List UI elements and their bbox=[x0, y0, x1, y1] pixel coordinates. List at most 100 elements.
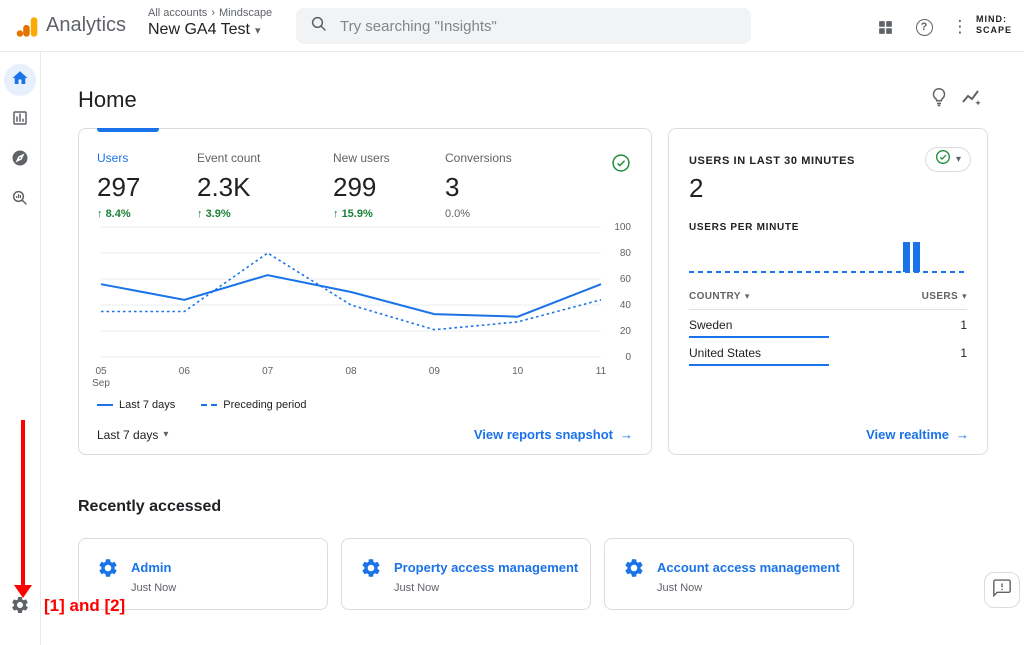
property-selector[interactable]: New GA4 Test ▾ bbox=[148, 21, 261, 39]
users-per-minute-bar-chart bbox=[689, 239, 967, 275]
svg-text:05: 05 bbox=[95, 366, 107, 377]
sidebar-item-admin[interactable] bbox=[10, 595, 30, 620]
search-input[interactable] bbox=[340, 18, 737, 35]
metric-label: Conversions bbox=[445, 151, 512, 165]
users-cell: 1 bbox=[960, 346, 967, 360]
metric-label: Users bbox=[97, 151, 140, 165]
org-logo: MIND: SCAPE bbox=[976, 14, 1012, 36]
recent-card-account-access[interactable]: Account access management Just Now bbox=[604, 538, 854, 610]
recent-card-time: Just Now bbox=[657, 582, 702, 594]
breadcrumb[interactable]: All accounts › Mindscape bbox=[148, 7, 272, 19]
country-value-bar bbox=[689, 364, 829, 366]
sidebar-item-reports[interactable] bbox=[11, 109, 29, 127]
gear-icon bbox=[10, 602, 30, 619]
sidebar-item-home[interactable] bbox=[4, 64, 36, 96]
advertising-icon bbox=[11, 194, 29, 211]
breadcrumb-separator-icon: › bbox=[211, 7, 215, 19]
more-vertical-icon[interactable]: ⋮ bbox=[949, 16, 971, 38]
country-column-header[interactable]: COUNTRY ▾ bbox=[689, 291, 750, 302]
help-icon[interactable]: ? bbox=[913, 16, 935, 38]
annotation-label: [1] and [2] bbox=[44, 596, 125, 616]
per-minute-bars bbox=[689, 239, 967, 272]
chevron-down-icon: ▾ bbox=[956, 154, 961, 165]
table-header-row: COUNTRY ▾ USERS ▾ bbox=[689, 291, 967, 310]
insights-lightbulb-icon[interactable] bbox=[928, 86, 952, 110]
table-row: United States 1 bbox=[689, 338, 967, 366]
search-icon bbox=[310, 15, 328, 38]
period-selector[interactable]: Last 7 days ▾ bbox=[97, 428, 168, 442]
svg-text:09: 09 bbox=[429, 366, 441, 377]
gear-icon bbox=[360, 557, 382, 584]
users-per-minute-label: USERS PER MINUTE bbox=[689, 222, 799, 233]
users-column-header[interactable]: USERS ▾ bbox=[922, 291, 967, 302]
view-realtime-link[interactable]: View realtime → bbox=[866, 427, 969, 442]
app-name: Analytics bbox=[46, 14, 126, 37]
recent-card-property-access[interactable]: Property access management Just Now bbox=[341, 538, 591, 610]
gear-icon bbox=[97, 557, 119, 584]
metric-label: Event count bbox=[197, 151, 260, 165]
svg-text:100: 100 bbox=[614, 222, 631, 233]
svg-text:Sep: Sep bbox=[92, 378, 110, 389]
realtime-status-dropdown[interactable]: ▾ bbox=[925, 147, 971, 172]
metric-tab-event-count[interactable]: Event count 2.3K ↑ 3.9% bbox=[197, 151, 260, 220]
view-reports-snapshot-link[interactable]: View reports snapshot → bbox=[474, 427, 633, 442]
svg-text:07: 07 bbox=[262, 366, 274, 377]
metric-tab-users[interactable]: Users 297 ↑ 8.4% bbox=[97, 151, 140, 220]
svg-text:60: 60 bbox=[620, 274, 632, 285]
sort-caret-icon: ▾ bbox=[745, 291, 750, 302]
gear-icon bbox=[623, 557, 645, 584]
annotation-arrow-head-icon bbox=[14, 585, 32, 598]
reports-icon bbox=[11, 114, 29, 131]
svg-text:40: 40 bbox=[620, 300, 632, 311]
users-cell: 1 bbox=[960, 318, 967, 332]
metric-tab-new-users[interactable]: New users 299 ↑ 15.9% bbox=[333, 151, 390, 220]
legend-item-last-7-days: Last 7 days bbox=[97, 399, 175, 411]
sidebar-item-advertising[interactable] bbox=[11, 189, 29, 207]
link-label: View realtime bbox=[866, 427, 949, 442]
solid-line-swatch-icon bbox=[97, 404, 113, 406]
breadcrumb-current[interactable]: Mindscape bbox=[219, 7, 272, 19]
top-app-bar: Analytics All accounts › Mindscape New G… bbox=[0, 0, 1024, 52]
search-bar[interactable] bbox=[296, 8, 751, 44]
metric-tab-conversions[interactable]: Conversions 3 0.0% bbox=[445, 151, 512, 220]
svg-text:20: 20 bbox=[620, 326, 632, 337]
apps-grid-icon[interactable] bbox=[874, 16, 896, 38]
metric-value: 3 bbox=[445, 172, 512, 203]
realtime-card: USERS IN LAST 30 MINUTES ▾ 2 USERS PER M… bbox=[668, 128, 988, 455]
page-title: Home bbox=[78, 87, 137, 113]
svg-text:08: 08 bbox=[345, 366, 357, 377]
realtime-users-value: 2 bbox=[689, 173, 703, 204]
sort-caret-icon: ▾ bbox=[962, 291, 967, 302]
feedback-button[interactable] bbox=[984, 572, 1020, 608]
table-row: Sweden 1 bbox=[689, 310, 967, 338]
arrow-right-icon: → bbox=[620, 427, 633, 442]
realtime-country-table: COUNTRY ▾ USERS ▾ Sweden 1 United States bbox=[689, 291, 967, 366]
country-cell: United States bbox=[689, 346, 761, 360]
chart-legend: Last 7 days Preceding period bbox=[97, 399, 306, 411]
recent-card-time: Just Now bbox=[394, 582, 439, 594]
legend-item-preceding-period: Preceding period bbox=[201, 399, 306, 411]
metric-label: New users bbox=[333, 151, 390, 165]
svg-text:80: 80 bbox=[620, 248, 632, 259]
data-quality-check-icon[interactable] bbox=[611, 153, 631, 178]
org-logo-line2: SCAPE bbox=[976, 25, 1012, 36]
recently-accessed-title: Recently accessed bbox=[78, 498, 221, 516]
org-logo-line1: MIND: bbox=[976, 14, 1012, 25]
annotation-arrow-shaft bbox=[21, 420, 25, 586]
insights-trend-icon[interactable] bbox=[960, 86, 984, 110]
ga4-home-screen: Analytics All accounts › Mindscape New G… bbox=[0, 0, 1024, 645]
chevron-down-icon: ▾ bbox=[163, 429, 168, 440]
svg-text:06: 06 bbox=[179, 366, 191, 377]
property-selector-label: New GA4 Test bbox=[148, 21, 250, 39]
metric-value: 297 bbox=[97, 172, 140, 203]
svg-text:0: 0 bbox=[625, 352, 631, 363]
breadcrumb-root[interactable]: All accounts bbox=[148, 7, 207, 19]
legend-label: Last 7 days bbox=[119, 399, 175, 411]
svg-text:10: 10 bbox=[512, 366, 524, 377]
svg-text:11: 11 bbox=[596, 366, 607, 377]
home-icon bbox=[11, 69, 29, 92]
sidebar-item-explore[interactable] bbox=[11, 149, 29, 167]
arrow-right-icon: → bbox=[956, 427, 969, 442]
per-minute-baseline bbox=[689, 271, 967, 273]
dashed-line-swatch-icon bbox=[201, 404, 217, 406]
